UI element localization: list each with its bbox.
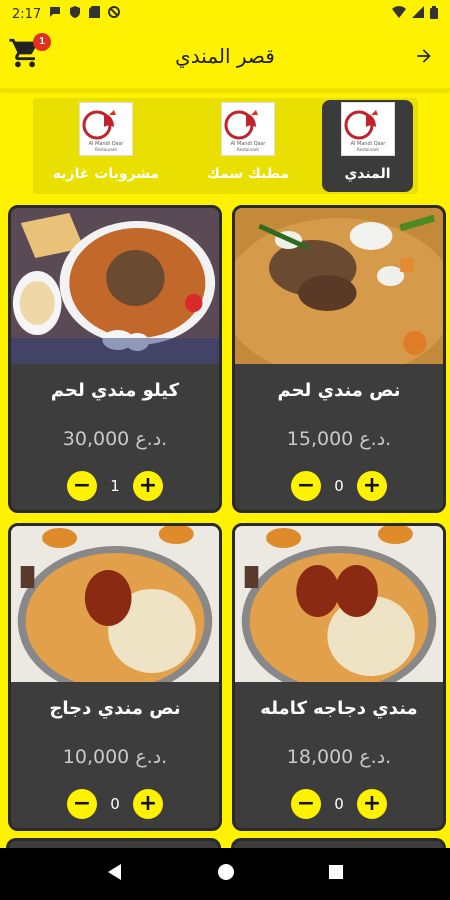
plus-icon: +: [138, 473, 158, 498]
minus-button[interactable]: −: [67, 471, 97, 501]
plus-icon: +: [138, 791, 158, 816]
product-name: مندي دجاجه كامله: [260, 698, 418, 719]
status-bar: 2:17: [0, 0, 450, 28]
kilo-lamb-mandi-image: [11, 208, 219, 364]
whole-chicken-mandi-image: [235, 526, 443, 682]
back-button[interactable]: [414, 46, 436, 68]
minus-icon: −: [72, 791, 92, 816]
signal-icon: [412, 6, 424, 22]
quantity-value: 0: [110, 795, 120, 813]
minus-icon: −: [72, 473, 92, 498]
tab-fish[interactable]: Al Mandi Qasr Restaurant مطبك سمك: [180, 100, 316, 192]
plus-icon: +: [362, 791, 382, 816]
svg-text:Restaurant: Restaurant: [357, 147, 379, 152]
shield-icon: [69, 6, 81, 22]
product-card[interactable]: نص مندي لحم 15,000 د.ع. − 0 +: [232, 205, 446, 513]
quantity-value: 1: [110, 477, 120, 495]
product-name: نص مندي دجاج: [49, 698, 181, 719]
back-nav-button[interactable]: [106, 863, 124, 885]
minus-button[interactable]: −: [291, 471, 321, 501]
tab-label: مطبك سمك: [206, 166, 290, 182]
quantity-stepper: − 1 +: [11, 471, 219, 501]
app-bar: 1 قصر المندي: [0, 28, 450, 90]
arrow-right-icon: [414, 49, 434, 70]
product-card[interactable]: كيلو مندي لحم 30,000 د.ع. − 1 +: [8, 205, 222, 513]
square-recents-icon: [328, 865, 343, 879]
product-name: نص مندي لحم: [277, 380, 401, 401]
product-card[interactable]: مندي دجاجه كامله 18,000 د.ع. − 0 +: [232, 523, 446, 831]
product-price: 10,000 د.ع.: [62, 746, 168, 768]
minus-button[interactable]: −: [291, 789, 321, 819]
product-price: 18,000 د.ع.: [286, 746, 392, 768]
quantity-stepper: − 0 +: [11, 789, 219, 819]
svg-text:Restaurant: Restaurant: [237, 147, 259, 152]
plus-button[interactable]: +: [133, 789, 163, 819]
recents-nav-button[interactable]: [328, 864, 344, 884]
wifi-icon: [392, 6, 406, 22]
quantity-stepper: − 0 +: [235, 789, 443, 819]
quantity-stepper: − 0 +: [235, 471, 443, 501]
battery-icon: [430, 5, 438, 23]
tab-mandi[interactable]: Al Mandi Qasr Restaurant المندي: [322, 100, 413, 192]
plus-button[interactable]: +: [133, 471, 163, 501]
product-price: 30,000 د.ع.: [62, 428, 168, 450]
restaurant-logo: Al Mandi Qasr Restaurant: [340, 102, 395, 156]
half-chicken-mandi-image: [11, 526, 219, 682]
minus-button[interactable]: −: [67, 789, 97, 819]
product-price: 15,000 د.ع.: [286, 428, 392, 450]
page-title: قصر المندي: [175, 44, 275, 68]
minus-icon: −: [296, 791, 316, 816]
plus-button[interactable]: +: [357, 471, 387, 501]
plus-icon: +: [362, 473, 382, 498]
tab-label: مشروبات غازيه: [52, 166, 160, 182]
minus-icon: −: [296, 473, 316, 498]
sd-card-icon: [89, 6, 101, 22]
lamb-mandi-image: [235, 208, 443, 364]
product-name: كيلو مندي لحم: [50, 380, 180, 401]
plus-button[interactable]: +: [357, 789, 387, 819]
system-nav-bar: [0, 848, 450, 900]
category-tabs: Al Mandi Qasr Restaurant المندي Al Mandi…: [33, 98, 418, 194]
restaurant-logo: Al Mandi Qasr Restaurant: [221, 102, 275, 156]
home-nav-button[interactable]: [217, 863, 235, 885]
notification-icon: [49, 6, 61, 22]
tab-drinks[interactable]: Al Mandi Qasr Restaurant مشروبات غازيه: [38, 100, 174, 192]
status-time: 2:17: [12, 6, 42, 22]
triangle-back-icon: [108, 864, 122, 880]
no-disturb-icon: [108, 6, 121, 22]
circle-home-icon: [217, 864, 234, 880]
quantity-value: 0: [334, 477, 344, 495]
product-card[interactable]: نص مندي دجاج 10,000 د.ع. − 0 +: [8, 523, 222, 831]
restaurant-logo: Al Mandi Qasr Restaurant: [79, 102, 133, 156]
svg-text:Restaurant: Restaurant: [95, 147, 117, 152]
tab-label: المندي: [344, 166, 391, 182]
product-grid: نص مندي لحم 15,000 د.ع. − 0 + كيلو مندي …: [6, 205, 446, 831]
quantity-value: 0: [334, 795, 344, 813]
